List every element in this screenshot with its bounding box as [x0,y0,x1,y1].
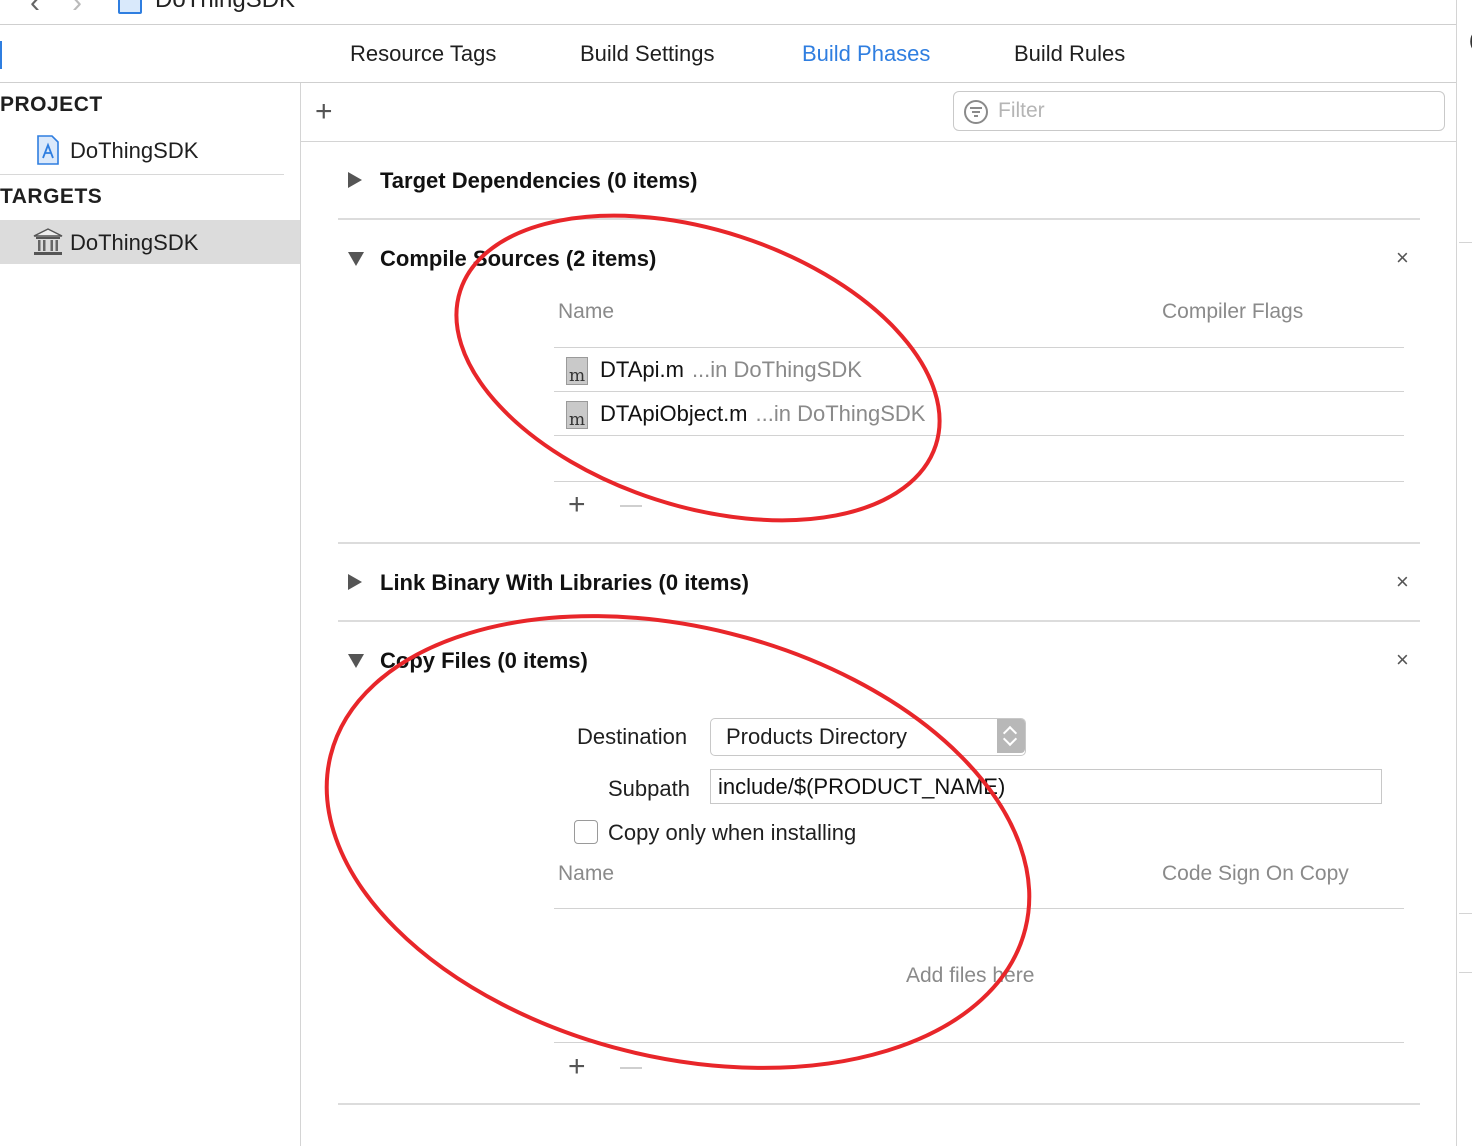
edge-divider [1459,972,1472,973]
row-divider [554,391,1404,392]
filter-icon [964,100,988,124]
copy-files-disclosure-icon[interactable] [348,654,364,668]
file-location: ...in DoThingSDK [691,357,862,382]
copy-only-when-installing-checkbox[interactable] [574,820,598,844]
objc-file-icon: m [566,357,588,386]
destination-label: Destination [577,724,688,749]
subpath-label: Subpath [608,776,690,801]
phase-divider [338,218,1420,220]
remove-copy-file-button[interactable] [620,1067,642,1069]
remove-source-file-button[interactable] [620,505,642,507]
table-header-divider [554,347,1404,348]
breadcrumb-project[interactable]: DoThingSDK [155,0,295,14]
compiler-flags-column-header[interactable]: Compiler Flags [1162,300,1303,324]
sidebar-divider [0,174,284,175]
table-row[interactable]: m DTApi.m ...in DoThingSDK [554,349,1404,392]
subpath-field[interactable] [710,769,1382,804]
target-dependencies-title[interactable]: Target Dependencies (0 items) [380,168,697,194]
sidebar-item-project[interactable]: DoThingSDK [0,128,300,172]
code-sign-on-copy-column-header[interactable]: Code Sign On Copy [1162,862,1349,886]
compile-sources-disclosure-icon[interactable] [348,252,364,266]
editor-tab-bar: Resource Tags Build Settings Build Phase… [0,25,1456,83]
stepper-icon [997,719,1025,753]
sidebar-item-label: DoThingSDK [70,138,199,163]
name-column-header[interactable]: Name [558,300,614,324]
delete-compile-sources-button[interactable]: × [1396,245,1409,271]
row-divider [554,435,1404,436]
tab-build-phases[interactable]: Build Phases [802,41,930,67]
destination-value: Products Directory [726,724,907,749]
compile-sources-title[interactable]: Compile Sources (2 items) [380,246,656,272]
filter-input[interactable] [996,96,1430,126]
edge-divider [1459,242,1472,243]
add-source-file-button[interactable]: + [568,490,586,520]
right-edge-panel: ( [1456,0,1472,1146]
file-name: DTApi.m [600,357,684,382]
target-dependencies-disclosure-icon[interactable] [348,172,362,188]
table-footer-divider [554,481,1404,482]
objc-file-icon: m [566,401,588,430]
add-copy-file-button[interactable]: + [568,1052,586,1082]
forward-chevron-icon[interactable]: › [72,0,82,20]
copy-only-when-installing-label[interactable]: Copy only when installing [608,820,856,846]
edge-divider [1459,913,1472,914]
phase-divider [338,542,1420,544]
add-files-hint: Add files here [906,964,1035,987]
phase-divider [338,620,1420,622]
project-icon [37,135,59,165]
file-name: DTApiObject.m [600,401,748,426]
destination-select[interactable]: Products Directory [710,718,1026,756]
table-row[interactable]: m DTApiObject.m ...in DoThingSDK [554,393,1404,436]
project-target-sidebar: PROJECT DoThingSDK TARGETS DoThingSDK [0,83,301,1146]
tab-build-rules[interactable]: Build Rules [1014,41,1125,67]
delete-link-binary-button[interactable]: × [1396,569,1409,595]
tab-resource-tags[interactable]: Resource Tags [350,41,496,67]
subpath-input[interactable] [718,773,1373,801]
link-binary-title[interactable]: Link Binary With Libraries (0 items) [380,570,749,596]
back-chevron-icon[interactable]: ‹ [30,0,40,20]
top-breadcrumb-bar: ‹ › DoThingSDK [0,0,1458,25]
tab-build-settings[interactable]: Build Settings [580,41,715,67]
file-location: ...in DoThingSDK [755,401,926,426]
delete-copy-files-button[interactable]: × [1396,647,1409,673]
project-file-icon [118,0,142,14]
framework-target-icon [33,228,63,255]
table-header-divider [554,908,1404,909]
targets-section-heading: TARGETS [0,185,103,208]
add-build-phase-button[interactable]: + [315,97,333,127]
project-section-heading: PROJECT [0,93,103,116]
phase-divider [338,1103,1420,1105]
link-binary-disclosure-icon[interactable] [348,574,362,590]
name-column-header[interactable]: Name [558,862,614,886]
phases-toolbar: + [301,83,1456,142]
focus-indicator [0,41,2,69]
sidebar-item-label: DoThingSDK [70,230,199,255]
table-footer-divider [554,1042,1404,1043]
copy-files-title[interactable]: Copy Files (0 items) [380,648,588,674]
sidebar-item-target[interactable]: DoThingSDK [0,220,300,264]
filter-field[interactable] [953,91,1445,131]
